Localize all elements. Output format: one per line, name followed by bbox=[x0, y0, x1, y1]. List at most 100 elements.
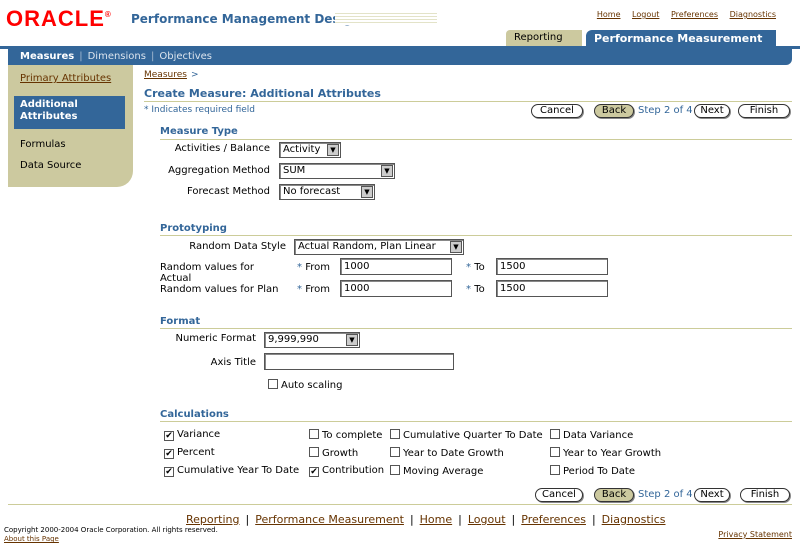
auto-scaling-checkbox[interactable]: Auto scaling bbox=[268, 379, 342, 391]
title-decoration bbox=[335, 13, 437, 25]
page-title: Create Measure: Additional Attributes bbox=[144, 87, 381, 100]
aggregation-select[interactable]: SUM ▼ bbox=[279, 163, 395, 179]
calc-contribution[interactable]: ✔ Contribution bbox=[309, 465, 384, 477]
checkbox-box[interactable] bbox=[309, 429, 319, 439]
sidebar-item-data-source[interactable]: Data Source bbox=[20, 160, 81, 171]
calc-year-to-year-growth[interactable]: Year to Year Growth bbox=[550, 447, 661, 459]
calc-cumulative-quarter-to-date[interactable]: Cumulative Quarter To Date bbox=[390, 429, 543, 441]
checkbox-box[interactable] bbox=[390, 429, 400, 439]
cancel-button-bottom[interactable]: Cancel bbox=[535, 488, 583, 502]
plan-to-input[interactable]: 1500 bbox=[496, 280, 608, 297]
section-divider bbox=[160, 421, 792, 422]
back-button-bottom[interactable]: Back bbox=[594, 488, 634, 502]
sidebar-item-formulas[interactable]: Formulas bbox=[20, 139, 66, 150]
chevron-down-icon: ▼ bbox=[450, 241, 462, 253]
actual-values-label: Random values for Actual bbox=[160, 262, 255, 284]
back-button-top[interactable]: Back bbox=[594, 104, 634, 118]
global-link-preferences[interactable]: Preferences bbox=[671, 10, 718, 19]
subtab-objectives[interactable]: Objectives bbox=[159, 51, 212, 62]
finish-button-top[interactable]: Finish bbox=[738, 104, 790, 118]
finish-button-bottom[interactable]: Finish bbox=[740, 488, 790, 502]
privacy-statement-link[interactable]: Privacy Statement bbox=[718, 530, 792, 539]
footer-link-diagnostics[interactable]: Diagnostics bbox=[602, 513, 666, 526]
calc-cumulative-year-to-date[interactable]: ✔ Cumulative Year To Date bbox=[164, 465, 299, 477]
checkbox-box[interactable] bbox=[550, 429, 560, 439]
random-style-label: Random Data Style bbox=[189, 241, 286, 252]
plan-values-label: Random values for Plan bbox=[160, 284, 279, 295]
calc-year-to-date-growth[interactable]: Year to Date Growth bbox=[390, 447, 504, 459]
calc-growth[interactable]: Growth bbox=[309, 447, 358, 459]
chevron-down-icon: ▼ bbox=[346, 334, 358, 346]
sidebar-item-primary-attributes[interactable]: Primary Attributes bbox=[20, 73, 111, 84]
tab-performance-measurement[interactable]: Performance Measurement bbox=[586, 30, 776, 46]
footer-link-performance-measurement[interactable]: Performance Measurement bbox=[255, 513, 404, 526]
calc-moving-average[interactable]: Moving Average bbox=[390, 465, 483, 477]
calc-to-complete[interactable]: To complete bbox=[309, 429, 382, 441]
chevron-down-icon: ▼ bbox=[381, 165, 393, 177]
step-indicator-bottom: Step 2 of 4 bbox=[638, 489, 693, 500]
plan-from-label: * From bbox=[297, 284, 330, 295]
checkbox-box[interactable] bbox=[550, 465, 560, 475]
global-link-diagnostics[interactable]: Diagnostics bbox=[730, 10, 776, 19]
subtab-measures[interactable]: Measures bbox=[20, 51, 74, 62]
subtab-dimensions[interactable]: Dimensions bbox=[88, 51, 146, 62]
format-heading: Format bbox=[160, 316, 201, 327]
section-divider bbox=[160, 235, 792, 236]
numeric-format-select[interactable]: 9,999,990 ▼ bbox=[264, 332, 360, 348]
checkbox-box[interactable] bbox=[550, 447, 560, 457]
check-icon[interactable]: ✔ bbox=[164, 449, 174, 459]
footer-link-reporting[interactable]: Reporting bbox=[186, 513, 239, 526]
plan-from-input[interactable]: 1000 bbox=[340, 280, 452, 297]
chevron-down-icon: ▼ bbox=[327, 144, 339, 156]
aggregation-label: Aggregation Method bbox=[168, 165, 270, 176]
copyright-text: Copyright 2000-2004 Oracle Corporation. … bbox=[4, 526, 218, 534]
check-icon[interactable]: ✔ bbox=[164, 431, 174, 441]
chevron-down-icon: ▼ bbox=[361, 186, 373, 198]
footer-link-preferences[interactable]: Preferences bbox=[521, 513, 586, 526]
footer-link-logout[interactable]: Logout bbox=[468, 513, 506, 526]
global-link-logout[interactable]: Logout bbox=[632, 10, 659, 19]
random-style-select[interactable]: Actual Random, Plan Linear ▼ bbox=[294, 239, 464, 255]
next-button-bottom[interactable]: Next bbox=[694, 488, 730, 502]
tab-reporting[interactable]: Reporting bbox=[506, 30, 582, 46]
forecast-label: Forecast Method bbox=[187, 186, 270, 197]
global-link-home[interactable]: Home bbox=[597, 10, 621, 19]
cancel-button-top[interactable]: Cancel bbox=[531, 104, 583, 118]
calc-data-variance[interactable]: Data Variance bbox=[550, 429, 633, 441]
activities-select[interactable]: Activity ▼ bbox=[279, 142, 341, 158]
section-divider bbox=[160, 328, 792, 329]
required-note: * Indicates required field bbox=[144, 105, 256, 115]
calculations-heading: Calculations bbox=[160, 409, 229, 420]
prototyping-heading: Prototyping bbox=[160, 223, 227, 234]
check-icon[interactable]: ✔ bbox=[309, 467, 319, 477]
actual-from-label: * From bbox=[297, 262, 330, 273]
checkbox-box[interactable] bbox=[309, 447, 319, 457]
global-links: Home Logout Preferences Diagnostics bbox=[588, 10, 776, 19]
check-icon[interactable]: ✔ bbox=[164, 467, 174, 477]
forecast-select[interactable]: No forecast ▼ bbox=[279, 184, 375, 200]
calc-percent[interactable]: ✔ Percent bbox=[164, 447, 215, 459]
footer-link-home[interactable]: Home bbox=[420, 513, 452, 526]
step-indicator-top: Step 2 of 4 bbox=[638, 105, 693, 116]
checkbox-box[interactable] bbox=[390, 465, 400, 475]
actual-from-input[interactable]: 1000 bbox=[340, 258, 452, 275]
subtab-bar: Measures | Dimensions | Objectives bbox=[8, 49, 792, 65]
next-button-top[interactable]: Next bbox=[694, 104, 730, 118]
section-divider bbox=[160, 139, 792, 140]
breadcrumb: Measures > bbox=[144, 70, 199, 80]
calc-period-to-date[interactable]: Period To Date bbox=[550, 465, 635, 477]
footer-links: Reporting | Performance Measurement | Home | L… bbox=[186, 513, 666, 526]
breadcrumb-measures[interactable]: Measures bbox=[144, 70, 187, 80]
actual-to-label: * To bbox=[466, 262, 485, 273]
activities-label: Activities / Balance bbox=[174, 143, 270, 154]
plan-to-label: * To bbox=[466, 284, 485, 295]
checkbox-box[interactable] bbox=[268, 379, 278, 389]
oracle-logo: ORACLE® bbox=[6, 6, 112, 31]
actual-to-input[interactable]: 1500 bbox=[496, 258, 608, 275]
sidebar-item-additional-attributes[interactable]: Additional Attributes bbox=[14, 96, 125, 129]
axis-title-input[interactable] bbox=[264, 353, 454, 370]
footer-divider bbox=[8, 504, 792, 505]
checkbox-box[interactable] bbox=[390, 447, 400, 457]
numeric-format-label: Numeric Format bbox=[175, 333, 256, 344]
calc-variance[interactable]: ✔ Variance bbox=[164, 429, 220, 441]
